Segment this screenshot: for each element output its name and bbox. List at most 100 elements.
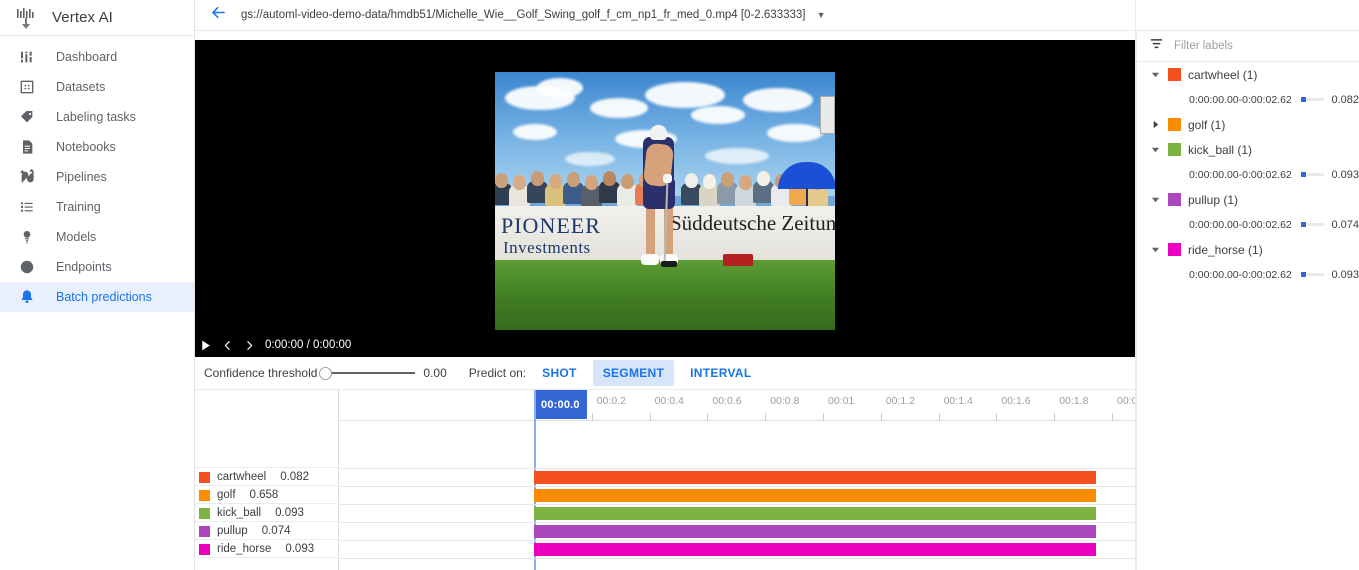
golfer-leg <box>646 206 655 258</box>
chevron-down-icon[interactable]: ▼ <box>817 10 826 20</box>
caret-down-icon[interactable] <box>1149 145 1161 154</box>
video-frame[interactable]: PIONEER Investments Süddeutsche Zeitung <box>495 72 835 330</box>
bulb-icon <box>18 228 36 246</box>
video-stage[interactable]: PIONEER Investments Süddeutsche Zeitung <box>195 40 1135 357</box>
arrow-back-icon <box>209 3 228 27</box>
label-score: 0.074 <box>261 525 291 537</box>
predict-mode-shot[interactable]: SHOT <box>532 360 587 386</box>
label-group-row[interactable]: ride_horse (1) <box>1137 237 1359 262</box>
cloud <box>513 124 557 140</box>
label-score: 0.658 <box>249 489 279 501</box>
divider <box>195 557 339 558</box>
color-swatch <box>1168 193 1181 206</box>
labels-panel: Filter labels cartwheel (1) 0:00:00.00-0:… <box>1136 31 1359 570</box>
back-button[interactable] <box>195 0 241 31</box>
player-time: 0:00:00 / 0:00:00 <box>265 339 352 351</box>
label-group-row[interactable]: pullup (1) <box>1137 187 1359 212</box>
ruler-tick: 00:0.6 <box>707 390 742 421</box>
timeline-bar-row[interactable] <box>339 468 1135 486</box>
filter-labels-row[interactable]: Filter labels <box>1137 31 1359 62</box>
timeline-bar-row[interactable] <box>339 540 1135 558</box>
sidebar-item-label: Dashboard <box>56 50 118 64</box>
label-group-name: cartwheel (1) <box>1188 67 1258 82</box>
timeline-ruler[interactable]: 00:00.0 00:0.2 00:0.4 00:0.6 00:0.8 00:01 00:… <box>339 390 1135 421</box>
segment-score-meter <box>1300 95 1325 105</box>
background-sign <box>820 96 835 134</box>
sidebar-item-label: Labeling tasks <box>56 110 136 124</box>
segment-time-range: 0:00:00.00-0:00:02.62 <box>1189 168 1292 181</box>
notebook-icon <box>18 138 36 156</box>
timeline-bar[interactable] <box>534 507 1096 520</box>
label-segment-row[interactable]: 0:00:00.00-0:00:02.62 0.082 <box>1137 87 1359 112</box>
timeline-track-area[interactable]: 00:00.0 00:0.2 00:0.4 00:0.6 00:0.8 00:01 00:… <box>339 390 1135 570</box>
caret-down-icon[interactable] <box>1149 70 1161 79</box>
sidebar-item-dashboard[interactable]: Dashboard <box>0 42 194 72</box>
segment-score: 0.093 <box>1331 268 1359 281</box>
label-group-row[interactable]: golf (1) <box>1137 112 1359 137</box>
sidebar-item-labeling-tasks[interactable]: Labeling tasks <box>0 102 194 132</box>
timeline-bar-row[interactable] <box>339 486 1135 504</box>
list-icon <box>18 198 36 216</box>
predict-mode-segment[interactable]: SEGMENT <box>592 360 675 386</box>
label-segment-row[interactable]: 0:00:00.00-0:00:02.62 0.074 <box>1137 212 1359 237</box>
timeline-bars <box>339 468 1135 559</box>
label-group-row[interactable]: cartwheel (1) <box>1137 62 1359 87</box>
label-segment-row[interactable]: 0:00:00.00-0:00:02.62 0.093 <box>1137 162 1359 187</box>
timeline-label-row[interactable]: cartwheel 0.082 <box>195 468 309 486</box>
cloud <box>565 152 615 166</box>
timeline-label-row[interactable]: pullup 0.074 <box>195 522 290 540</box>
ruler-tick: 00:02 <box>1112 390 1135 421</box>
golfer-glove <box>663 174 672 183</box>
chevron-left-icon[interactable] <box>221 339 234 352</box>
timeline-label-row[interactable]: ride_horse 0.093 <box>195 540 314 558</box>
label-score: 0.093 <box>285 543 315 555</box>
color-swatch <box>199 507 210 519</box>
timeline-bar[interactable] <box>534 471 1096 484</box>
file-path-text: gs://automl-video-demo-data/hmdb51/Miche… <box>241 9 806 21</box>
divider <box>339 522 1135 523</box>
timeline-bar[interactable] <box>534 489 1096 502</box>
bell-icon <box>18 288 36 306</box>
datasets-icon <box>18 78 36 96</box>
golfer-shoe <box>641 254 659 265</box>
timeline-bar[interactable] <box>534 525 1096 538</box>
chevron-right-icon[interactable] <box>243 339 256 352</box>
caret-right-icon[interactable] <box>1149 120 1161 129</box>
predict-mode-interval[interactable]: INTERVAL <box>680 360 761 386</box>
cloud <box>743 88 813 112</box>
sidebar-item-datasets[interactable]: Datasets <box>0 72 194 102</box>
ruler-tick: 00:0.4 <box>649 390 684 421</box>
label-segment-row[interactable]: 0:00:00.00-0:00:02.62 0.093 <box>1137 262 1359 287</box>
label-group-row[interactable]: kick_ball (1) <box>1137 137 1359 162</box>
timeline-bar-row[interactable] <box>339 522 1135 540</box>
sidebar-item-batch-predictions[interactable]: Batch predictions <box>0 282 194 312</box>
sidebar: Vertex AI Dashboard Datasets Labeling ta… <box>0 0 195 570</box>
slider-thumb[interactable] <box>319 366 333 380</box>
filter-labels-input[interactable]: Filter labels <box>1174 40 1233 52</box>
ruler-tick: 00:1.8 <box>1054 390 1088 421</box>
sidebar-item-pipelines[interactable]: Pipelines <box>0 162 194 192</box>
confidence-threshold-slider[interactable] <box>319 365 416 381</box>
sidebar-item-endpoints[interactable]: Endpoints <box>0 252 194 282</box>
sidebar-item-models[interactable]: Models <box>0 222 194 252</box>
timeline-label-row[interactable]: golf 0.658 <box>195 486 278 504</box>
playhead-badge[interactable]: 00:00.0 <box>534 390 587 419</box>
sidebar-item-notebooks[interactable]: Notebooks <box>0 132 194 162</box>
filter-icon[interactable] <box>1149 36 1164 56</box>
ruler-tick: 00:0.2 <box>591 390 626 421</box>
caret-down-icon[interactable] <box>1149 245 1161 254</box>
timeline-label-row[interactable]: kick_ball 0.093 <box>195 504 304 522</box>
banner-text-investments: Investments <box>503 238 591 258</box>
timeline-bar[interactable] <box>534 543 1096 556</box>
caret-down-icon[interactable] <box>1149 195 1161 204</box>
label-group-name: kick_ball (1) <box>1188 142 1253 157</box>
label-name: kick_ball <box>217 507 262 519</box>
ruler-tick: 00:1.2 <box>880 390 915 421</box>
color-swatch <box>1168 118 1181 131</box>
file-path[interactable]: gs://automl-video-demo-data/hmdb51/Miche… <box>241 9 826 21</box>
play-icon[interactable] <box>199 339 212 352</box>
meter-marker <box>1300 172 1306 177</box>
sidebar-item-training[interactable]: Training <box>0 192 194 222</box>
color-swatch <box>1168 143 1181 156</box>
timeline-bar-row[interactable] <box>339 504 1135 522</box>
